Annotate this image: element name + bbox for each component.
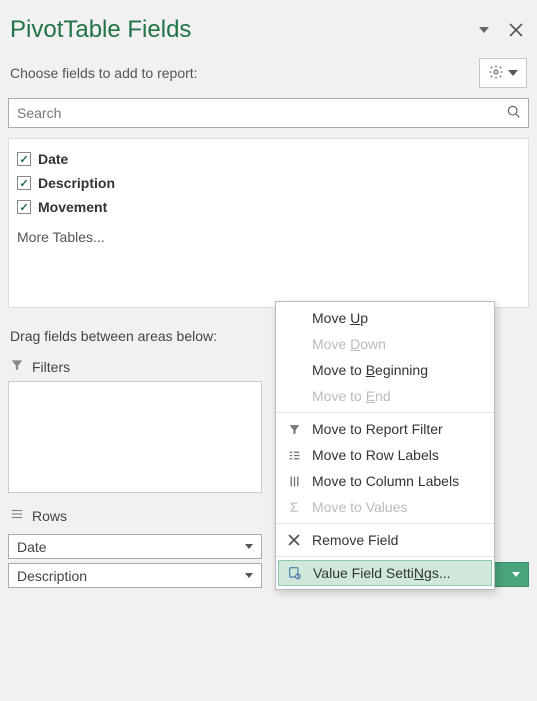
- menu-move-report-filter[interactable]: Move to Report Filter: [276, 416, 494, 442]
- pane-title: PivotTable Fields: [10, 16, 191, 44]
- menu-separator: [276, 412, 494, 413]
- checkbox[interactable]: ✓: [17, 152, 31, 166]
- close-icon[interactable]: [509, 23, 523, 37]
- pill-label: Description: [17, 568, 87, 584]
- menu-label: Move to Report Filter: [312, 421, 443, 437]
- rows-label: Rows: [32, 508, 67, 524]
- menu-move-up[interactable]: Move Up: [276, 305, 494, 331]
- chevron-down-icon[interactable]: [245, 544, 253, 549]
- pill-label: Date: [17, 539, 47, 555]
- gear-icon: [488, 64, 504, 83]
- sigma-icon: Σ: [284, 499, 304, 515]
- rows-icon: [10, 507, 24, 524]
- field-label: Description: [38, 175, 115, 191]
- filter-icon: [284, 423, 304, 436]
- menu-label: Move to Beginning: [312, 362, 428, 378]
- search-box[interactable]: [8, 98, 529, 128]
- rows-area: Rows Date Description: [8, 503, 262, 588]
- menu-move-end: Move to End: [276, 383, 494, 409]
- menu-move-row-labels[interactable]: Move to Row Labels: [276, 442, 494, 468]
- menu-move-values: Σ Move to Values: [276, 494, 494, 520]
- field-label: Date: [38, 151, 68, 167]
- search-input[interactable]: [9, 105, 500, 121]
- pane-header-controls: [479, 23, 523, 37]
- checkbox[interactable]: ✓: [17, 200, 31, 214]
- subheader-row: Choose fields to add to report:: [8, 52, 529, 98]
- filters-dropzone[interactable]: [8, 381, 262, 493]
- menu-move-column-labels[interactable]: Move to Column Labels: [276, 468, 494, 494]
- more-tables-link[interactable]: More Tables...: [17, 229, 520, 245]
- chevron-down-icon: [508, 70, 518, 76]
- pivottable-fields-pane: PivotTable Fields Choose fields to add t…: [0, 0, 537, 598]
- menu-value-field-settings[interactable]: i Value Field SettiNgs...: [278, 560, 492, 586]
- rows-icon: [284, 449, 304, 462]
- checkbox[interactable]: ✓: [17, 176, 31, 190]
- rows-dropzone[interactable]: Date Description: [8, 534, 262, 588]
- chevron-down-icon[interactable]: [245, 573, 253, 578]
- filters-area: Filters: [8, 354, 262, 493]
- field-item-date[interactable]: ✓ Date: [17, 147, 520, 171]
- menu-label: Move Up: [312, 310, 368, 326]
- menu-label: Move to Values: [312, 499, 407, 515]
- field-settings-icon: i: [285, 566, 305, 580]
- tools-button[interactable]: [479, 58, 527, 88]
- field-context-menu: Move Up Move Down Move to Beginning Move…: [275, 301, 495, 590]
- search-icon[interactable]: [500, 104, 528, 123]
- field-label: Movement: [38, 199, 107, 215]
- menu-separator: [276, 556, 494, 557]
- columns-icon: [284, 475, 304, 488]
- menu-label: Move to Row Labels: [312, 447, 439, 463]
- row-pill-date[interactable]: Date: [8, 534, 262, 559]
- pane-header: PivotTable Fields: [8, 10, 529, 52]
- menu-separator: [276, 523, 494, 524]
- chevron-down-icon[interactable]: [512, 572, 520, 577]
- filter-icon: [10, 358, 24, 375]
- field-list: ✓ Date ✓ Description ✓ Movement More Tab…: [8, 138, 529, 308]
- menu-move-down: Move Down: [276, 331, 494, 357]
- menu-label: Remove Field: [312, 532, 398, 548]
- menu-label: Move to End: [312, 388, 391, 404]
- filters-label: Filters: [32, 359, 70, 375]
- menu-label: Value Field SettiNgs...: [313, 565, 451, 581]
- menu-label: Move Down: [312, 336, 386, 352]
- menu-label: Move to Column Labels: [312, 473, 459, 489]
- remove-icon: [284, 534, 304, 546]
- svg-text:i: i: [297, 574, 298, 579]
- row-pill-description[interactable]: Description: [8, 563, 262, 588]
- task-pane-options-dropdown[interactable]: [479, 27, 489, 33]
- menu-move-beginning[interactable]: Move to Beginning: [276, 357, 494, 383]
- menu-remove-field[interactable]: Remove Field: [276, 527, 494, 553]
- field-item-movement[interactable]: ✓ Movement: [17, 195, 520, 219]
- choose-fields-label: Choose fields to add to report:: [10, 65, 198, 81]
- field-item-description[interactable]: ✓ Description: [17, 171, 520, 195]
